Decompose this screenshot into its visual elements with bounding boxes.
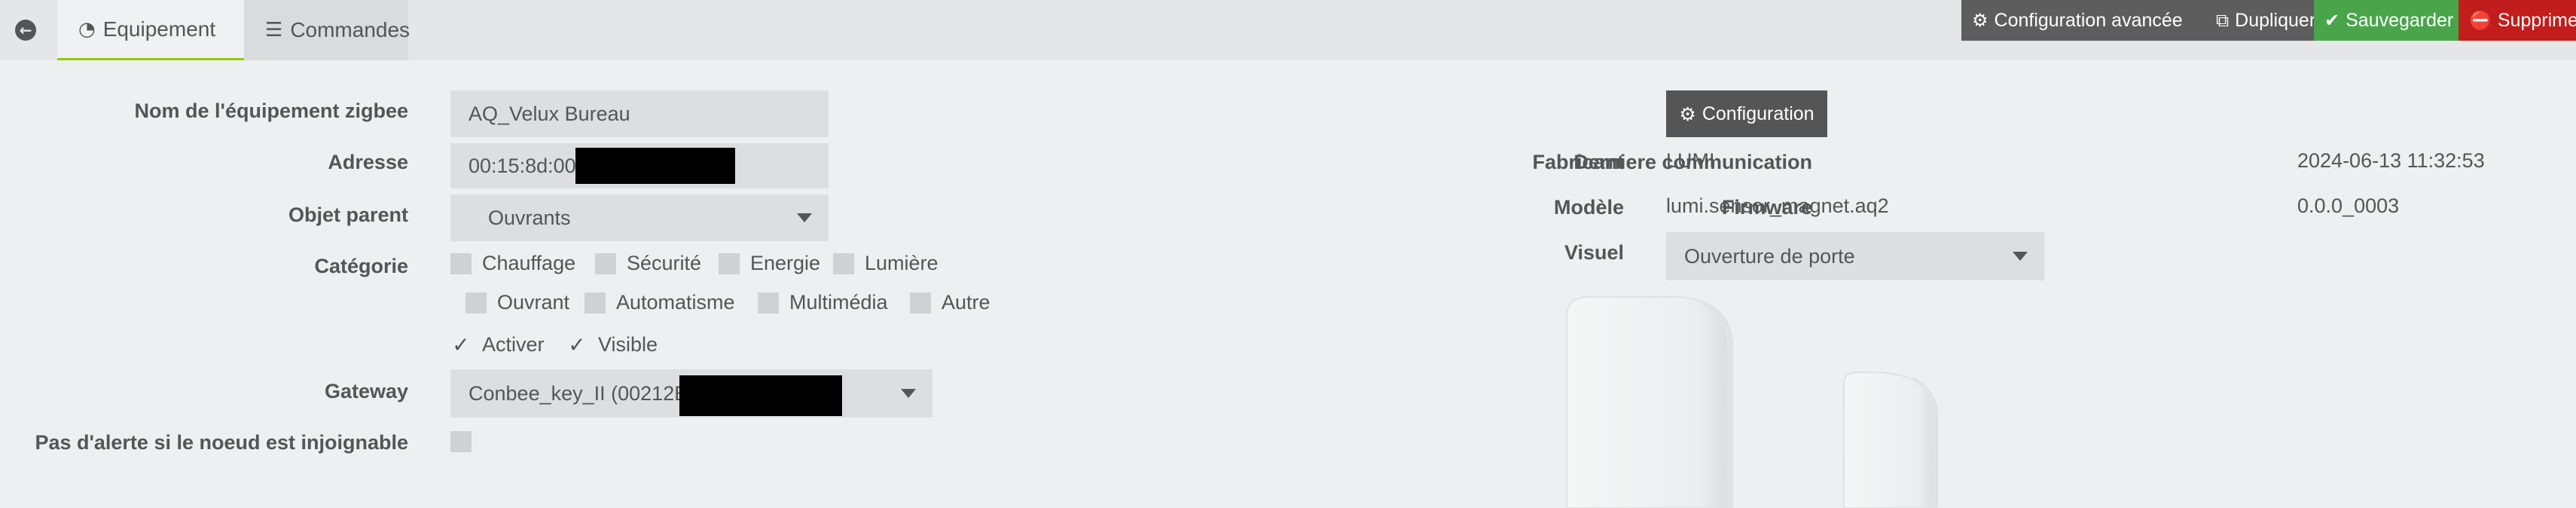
- advanced-config-button[interactable]: ⚙ Configuration avancée: [1961, 0, 2205, 41]
- checkmark-icon: ✓: [452, 332, 470, 357]
- category-checkbox[interactable]: Sécurité: [595, 252, 701, 275]
- nom-value: AQ_Velux Bureau: [469, 102, 630, 125]
- tab-equipement[interactable]: ◔ Equipement: [57, 0, 244, 60]
- firmware-value: 0.0.0_0003: [2297, 194, 2400, 217]
- category-checkbox[interactable]: Energie: [719, 252, 820, 275]
- gears-icon: ⚙: [1679, 103, 1696, 125]
- checkbox-icon: [465, 292, 487, 314]
- advanced-config-label: Configuration avancée: [1994, 9, 2183, 31]
- visible-checkbox[interactable]: ✓ Visible: [566, 332, 658, 357]
- visuel-label: Visuel: [1564, 241, 1624, 264]
- back-button[interactable]: ←: [0, 0, 51, 60]
- chevron-down-icon: [797, 213, 812, 222]
- visuel-value: Ouverture de porte: [1684, 244, 1855, 268]
- chevron-down-icon: [2013, 252, 2028, 261]
- category-label: Ouvrant: [497, 291, 570, 314]
- category-label: Lumière: [865, 252, 939, 274]
- category-checkbox[interactable]: Multimédia: [758, 291, 888, 314]
- objet-parent-value: Ouvrants: [488, 206, 571, 229]
- configuration-button[interactable]: ⚙ Configuration: [1666, 90, 1827, 137]
- firmware-label: Firmware: [1721, 196, 1812, 219]
- copy-icon: ⧉: [2216, 10, 2230, 31]
- category-checkbox[interactable]: Lumière: [833, 252, 939, 275]
- gateway-value: Conbee_key_II (00212E: [469, 381, 688, 405]
- tab-commandes-label: Commandes: [290, 18, 411, 41]
- visuel-select[interactable]: Ouverture de porte: [1666, 232, 2044, 280]
- delete-label: Supprimer: [2497, 9, 2576, 31]
- category-checkbox[interactable]: Chauffage: [450, 252, 575, 275]
- gateway-label: Gateway: [324, 380, 408, 402]
- objet-parent-select[interactable]: Ouvrants: [450, 194, 829, 241]
- delete-button[interactable]: ⛔ Supprimer: [2458, 0, 2576, 41]
- arrow-left-circle-icon: ←: [15, 20, 36, 41]
- activer-label: Activer: [482, 333, 545, 356]
- duplicate-button[interactable]: ⧉ Dupliquer: [2205, 0, 2314, 41]
- modele-label: Modèle: [1553, 196, 1624, 219]
- activer-checkbox[interactable]: ✓ Activer: [450, 332, 545, 357]
- save-label: Sauvegarder: [2346, 9, 2454, 31]
- category-label: Multimédia: [789, 291, 888, 314]
- door-sensor-image: [1566, 296, 1938, 508]
- nom-label: Nom de l'équipement zigbee: [134, 99, 408, 122]
- alerte-checkbox[interactable]: [450, 431, 482, 452]
- checkbox-icon: [719, 252, 740, 274]
- category-checkbox[interactable]: Autre: [910, 291, 990, 314]
- category-label: Chauffage: [482, 252, 576, 274]
- minus-circle-icon: ⛔: [2469, 10, 2492, 31]
- category-label: Automatisme: [616, 291, 735, 314]
- checkbox-icon: [595, 252, 616, 274]
- category-checkbox[interactable]: Ouvrant: [465, 291, 569, 314]
- checkbox-icon: [910, 292, 931, 314]
- chevron-down-icon: [901, 389, 916, 398]
- visible-label: Visible: [598, 333, 658, 356]
- list-icon: ☰: [265, 19, 283, 41]
- alerte-label: Pas d'alerte si le noeud est injoignable: [35, 431, 408, 454]
- adresse-value: 00:15:8d:00: [469, 154, 576, 177]
- objet-parent-label: Objet parent: [288, 204, 408, 226]
- check-circle-icon: ✔: [2324, 10, 2340, 31]
- redaction-block: [575, 148, 735, 184]
- checkmark-icon: ✓: [568, 332, 586, 357]
- derniere-communication-value: 2024-06-13 11:32:53: [2297, 149, 2485, 172]
- checkbox-icon: [833, 252, 854, 274]
- checkbox-icon: [584, 292, 606, 314]
- nom-input[interactable]: AQ_Velux Bureau: [450, 90, 829, 137]
- category-label: Autre: [942, 291, 990, 314]
- checkbox-icon: [450, 252, 472, 274]
- checkbox-icon: [758, 292, 779, 314]
- adresse-label: Adresse: [328, 151, 408, 173]
- categorie-label: Catégorie: [314, 255, 408, 277]
- redaction-block: [679, 375, 842, 416]
- category-label: Energie: [750, 252, 821, 274]
- tab-equipement-label: Equipement: [102, 17, 216, 41]
- gears-icon: ⚙: [1972, 10, 1988, 31]
- checkbox-icon: [450, 431, 472, 452]
- duplicate-label: Dupliquer: [2235, 9, 2314, 31]
- save-button[interactable]: ✔ Sauvegarder: [2314, 0, 2458, 41]
- tab-commandes[interactable]: ☰ Commandes: [244, 0, 411, 60]
- category-label: Sécurité: [627, 252, 702, 274]
- category-checkbox[interactable]: Automatisme: [584, 291, 735, 314]
- configuration-label: Configuration: [1702, 103, 1814, 124]
- dashboard-icon: ◔: [78, 17, 96, 41]
- derniere-communication-label: Derniere communication: [1573, 151, 1812, 173]
